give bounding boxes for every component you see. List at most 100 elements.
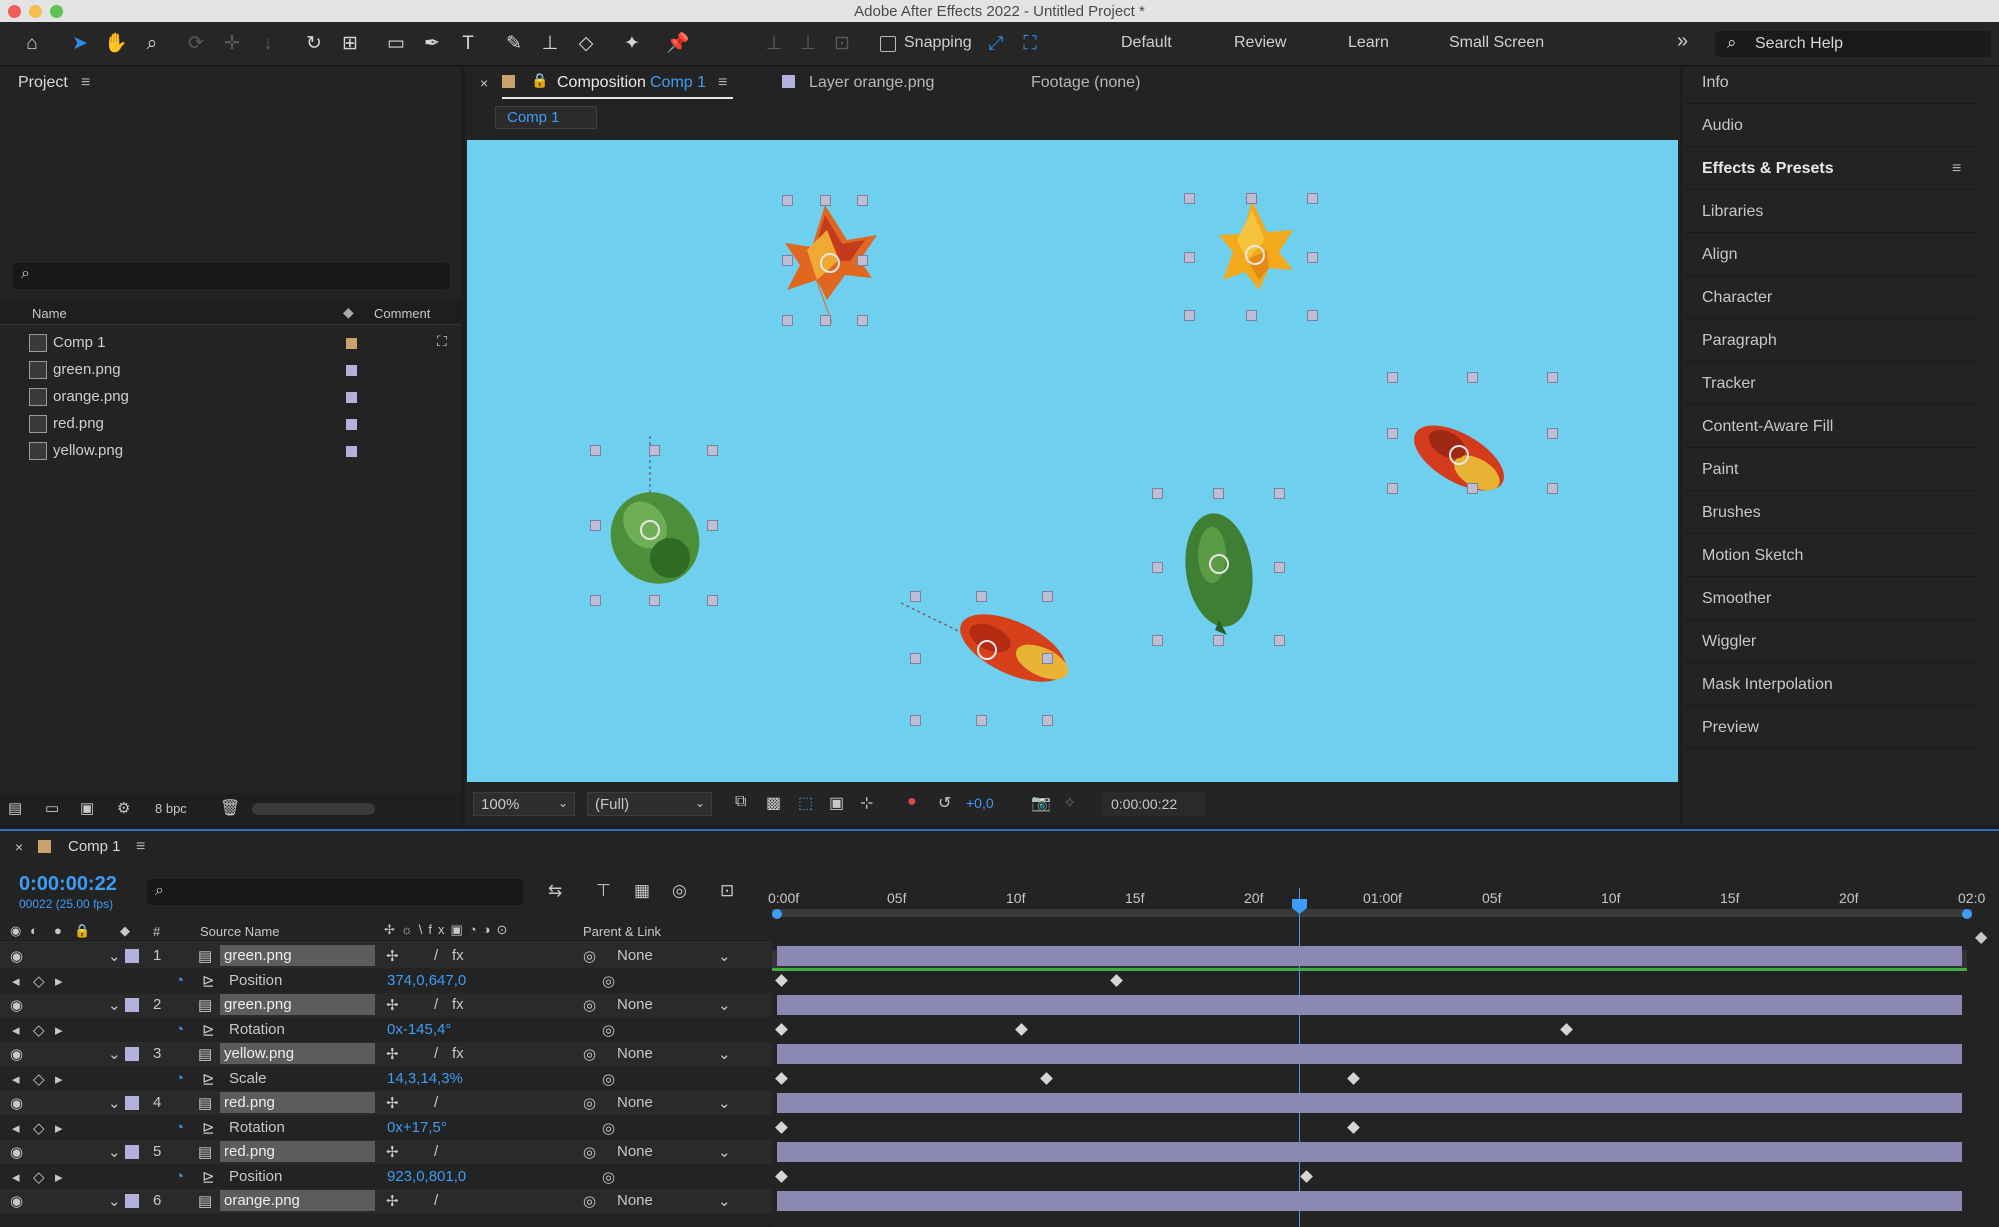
transform-handle[interactable]	[1307, 310, 1318, 321]
transform-handle[interactable]	[707, 445, 718, 456]
timeline-layer-row[interactable]: ◉ ⌄ 2 ▤ green.png ✢ / fx ◎ None ⌄	[0, 993, 772, 1017]
label-color-swatch[interactable]	[125, 1145, 139, 1159]
transform-handle[interactable]	[1547, 427, 1558, 439]
panel-paint[interactable]: Paint	[1685, 449, 1977, 491]
resolution-dropdown[interactable]: (Full) ⌄	[587, 792, 712, 816]
transform-handle[interactable]	[1307, 251, 1318, 263]
region-of-interest-icon[interactable]: ▣	[829, 793, 844, 813]
rectangle-tool-icon[interactable]: ▭	[382, 30, 410, 58]
comp-mini-flowchart-icon[interactable]: ⇆	[548, 881, 562, 901]
transform-handle[interactable]	[1245, 193, 1257, 204]
snap-edges-icon[interactable]: ⤢	[982, 30, 1010, 58]
snap-features-icon[interactable]: ⛶	[1016, 30, 1044, 58]
panel-content-aware-fill[interactable]: Content-Aware Fill	[1685, 406, 1977, 448]
timeline-search-input[interactable]: ⌕	[147, 879, 523, 905]
panel-effects-presets[interactable]: Effects & Presets	[1685, 148, 1977, 190]
puppet-pin-tool-icon[interactable]: 📌	[664, 30, 692, 58]
quality-switch-icon[interactable]: /	[434, 1094, 438, 1111]
label-column-icon[interactable]: ◆	[120, 923, 130, 939]
solo-icon[interactable]: ●	[54, 923, 62, 938]
label-color-swatch[interactable]	[125, 1194, 139, 1208]
timeline-property-row[interactable]: ◂ ◇ ▸ ◔ ⊵ Position 923,0,801,0 ◎	[0, 1164, 772, 1189]
previous-keyframe-icon[interactable]: ◂	[12, 1119, 20, 1137]
lock-icon[interactable]: 🔒	[74, 923, 90, 939]
fast-previews-icon[interactable]: ⧉	[735, 793, 746, 811]
transform-handle[interactable]	[648, 595, 660, 606]
label-color-swatch[interactable]	[346, 392, 357, 403]
timeline-layer-row[interactable]: ◉ ⌄ 6 ▤ orange.png ✢ / ◎ None ⌄	[0, 1189, 772, 1213]
comp-breadcrumb[interactable]: Comp 1	[495, 106, 597, 129]
transform-handle[interactable]	[976, 715, 987, 726]
thumbnail-size-slider[interactable]	[252, 803, 375, 815]
layer-name[interactable]: red.png	[220, 1092, 375, 1113]
quality-switch-icon[interactable]: /	[434, 947, 438, 964]
pick-whip-icon[interactable]: ◎	[583, 947, 596, 965]
transform-handle[interactable]	[707, 595, 718, 606]
pick-whip-icon[interactable]: ◎	[583, 1192, 596, 1210]
previous-keyframe-icon[interactable]: ◂	[12, 1070, 20, 1088]
view-axis-icon[interactable]: ⊡	[828, 30, 856, 58]
shy-switch-icon[interactable]: ✢	[386, 1143, 399, 1161]
anchor-point-icon[interactable]	[977, 640, 997, 660]
transform-handle[interactable]	[1547, 483, 1558, 494]
show-snapshot-icon[interactable]: ✧	[1063, 793, 1076, 813]
lock-icon[interactable]: 🔒	[531, 72, 548, 89]
new-folder-icon[interactable]: ▭	[45, 799, 59, 817]
layer-duration-bar[interactable]	[777, 946, 1962, 966]
hamburger-menu-icon[interactable]: ≡	[718, 74, 727, 92]
close-tab-icon[interactable]: ×	[15, 839, 23, 855]
expand-chevron-icon[interactable]: ⌄	[108, 1192, 121, 1210]
transform-handle[interactable]	[1213, 635, 1224, 646]
project-item[interactable]: red.png	[8, 411, 454, 437]
anchor-point-icon[interactable]	[820, 253, 840, 273]
workspace-review[interactable]: Review	[1234, 34, 1286, 52]
expand-chevron-icon[interactable]: ⌄	[108, 947, 121, 965]
eye-icon[interactable]: ◉	[10, 947, 23, 965]
timeline-tab-title[interactable]: Comp 1	[68, 838, 121, 855]
reset-exposure-icon[interactable]: ↺	[938, 793, 951, 813]
transparency-grid-icon[interactable]: ▩	[766, 793, 781, 813]
frame-blending-icon[interactable]: ▦	[634, 881, 650, 901]
expand-chevron-icon[interactable]: ⌄	[108, 1143, 121, 1161]
transform-handle[interactable]	[782, 315, 793, 326]
quality-switch-icon[interactable]: /	[434, 1143, 438, 1160]
add-keyframe-icon[interactable]: ◇	[33, 1119, 45, 1137]
interpret-footage-icon[interactable]: ▤	[8, 799, 22, 817]
rotation-tool-icon[interactable]: ↻	[300, 30, 328, 58]
transform-handle[interactable]	[1042, 715, 1053, 726]
transform-handle[interactable]	[857, 315, 868, 326]
transform-handle[interactable]	[1274, 488, 1285, 499]
project-search-input[interactable]: ⌕	[13, 263, 450, 289]
world-axis-icon[interactable]: ⊥	[794, 30, 822, 58]
transform-handle[interactable]	[590, 445, 601, 456]
timeline-layer-row[interactable]: ◉ ⌄ 1 ▤ green.png ✢ / fx ◎ None ⌄	[0, 944, 772, 968]
property-value[interactable]: 923,0,801,0	[387, 1168, 466, 1185]
transform-handle[interactable]	[782, 195, 793, 206]
pick-whip-icon[interactable]: ◎	[583, 1094, 596, 1112]
shy-switch-icon[interactable]: ✢	[386, 947, 399, 965]
hamburger-menu-icon[interactable]: ≡	[81, 74, 90, 92]
property-value[interactable]: 374,0,647,0	[387, 972, 466, 989]
panel-smoother[interactable]: Smoother	[1685, 578, 1977, 620]
fx-switch-icon[interactable]: fx	[452, 1045, 464, 1062]
work-area-start-handle[interactable]	[772, 909, 782, 919]
grid-guides-icon[interactable]: ⊹	[860, 793, 873, 813]
audio-icon[interactable]: ◐	[30, 923, 38, 938]
snapping-checkbox[interactable]	[880, 36, 896, 52]
type-tool-icon[interactable]: T	[454, 30, 482, 58]
label-color-swatch[interactable]	[125, 1047, 139, 1061]
layer-duration-bar[interactable]	[777, 1191, 1962, 1211]
zoom-tool-icon[interactable]: ⌕	[138, 30, 166, 58]
timeline-property-row[interactable]: ◂ ◇ ▸ ◔ ⊵ Scale 14,3,14,3% ◎	[0, 1066, 772, 1091]
clone-stamp-tool-icon[interactable]: ⊥	[536, 30, 564, 58]
viewer-timecode[interactable]: 0:00:00:22	[1103, 792, 1205, 816]
orbit-camera-icon[interactable]: ⟳	[182, 30, 210, 58]
transform-handle[interactable]	[910, 653, 921, 664]
layer-name[interactable]: yellow.png	[220, 1043, 375, 1064]
home-icon[interactable]: ⌂	[18, 30, 46, 58]
anchor-point-icon[interactable]	[1209, 554, 1229, 574]
timeline-layer-row[interactable]: ◉ ⌄ 3 ▤ yellow.png ✢ / fx ◎ None ⌄	[0, 1042, 772, 1066]
mask-visibility-icon[interactable]: ⬚	[798, 793, 813, 813]
draft-3d-icon[interactable]: ⊤	[596, 881, 611, 901]
panel-character[interactable]: Character	[1685, 277, 1977, 319]
